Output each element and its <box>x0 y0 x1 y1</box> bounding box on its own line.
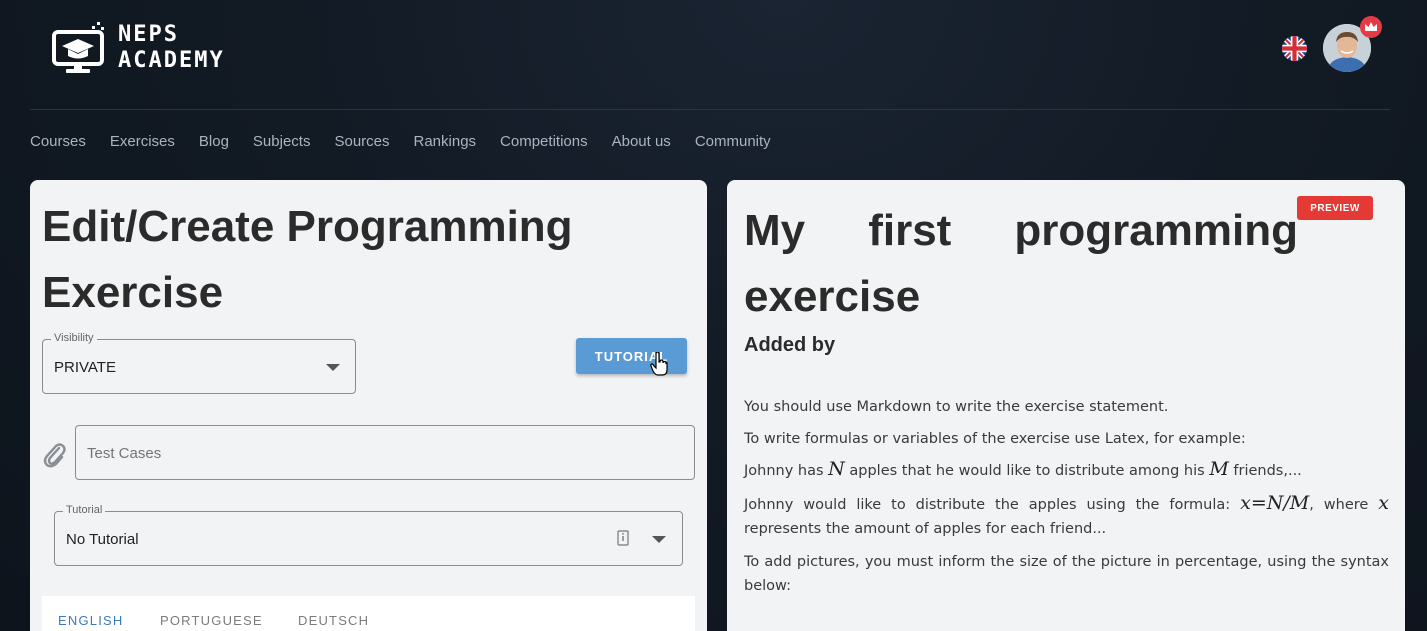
nav-blog[interactable]: Blog <box>199 130 229 154</box>
brand-line-1: NEPS <box>118 22 179 47</box>
statement-paragraph: You should use Markdown to write the exe… <box>744 399 1169 415</box>
brand-name: NEPS ACADEMY <box>118 22 225 74</box>
tutorial-select[interactable]: Tutorial No Tutorial <box>54 504 683 566</box>
visibility-value: PRIVATE <box>54 359 116 376</box>
text-span: apples that he would like to distribute … <box>844 463 1210 479</box>
tab-portuguese[interactable]: PORTUGUESE <box>160 613 263 628</box>
exercise-editor-card: Edit/Create Programming Exercise Visibil… <box>30 180 707 631</box>
tab-deutsch[interactable]: DEUTSCH <box>298 613 369 628</box>
nav-subjects[interactable]: Subjects <box>253 130 311 154</box>
statement-paragraph: Johnny has N apples that he would like t… <box>744 457 1389 483</box>
header-divider <box>30 109 1390 110</box>
title-word: first <box>868 206 952 255</box>
test-cases-input[interactable]: Test Cases <box>75 425 695 480</box>
exercise-title: My first programming exercise <box>744 198 1298 330</box>
chevron-down-icon <box>326 364 340 371</box>
text-span: friends,... <box>1228 463 1302 479</box>
test-cases-placeholder: Test Cases <box>87 445 162 462</box>
math-variable: x <box>1378 492 1389 514</box>
site-header: NEPS ACADEMY <box>0 0 1427 110</box>
info-icon <box>617 530 629 546</box>
preview-badge: PREVIEW <box>1297 196 1373 220</box>
tutorial-label: Tutorial <box>63 504 106 516</box>
exercise-title-line-2: exercise <box>744 272 921 321</box>
text-span: Johnny has <box>744 463 829 479</box>
exercise-preview-card: PREVIEW My first programming exercise Ad… <box>727 180 1405 631</box>
neps-academy-logo[interactable]: NEPS ACADEMY <box>52 18 272 78</box>
brand-line-2: ACADEMY <box>118 48 225 73</box>
chevron-down-icon <box>652 536 666 543</box>
main-nav: Courses Exercises Blog Subjects Sources … <box>30 130 795 154</box>
math-variable: M <box>1209 458 1229 480</box>
hand-cursor-icon <box>650 352 668 376</box>
crown-icon <box>1360 16 1382 38</box>
nav-community[interactable]: Community <box>695 130 771 154</box>
visibility-label: Visibility <box>51 332 97 344</box>
added-by-label: Added by <box>744 334 836 356</box>
nav-rankings[interactable]: Rankings <box>414 130 477 154</box>
exercise-title-line-1: My first programming <box>744 198 1298 264</box>
nav-exercises[interactable]: Exercises <box>110 130 175 154</box>
nav-competitions[interactable]: Competitions <box>500 130 588 154</box>
graduation-cap-monitor-icon <box>52 22 104 73</box>
visibility-select[interactable]: Visibility PRIVATE <box>42 332 356 394</box>
math-formula: x=N/M <box>1240 492 1310 514</box>
page-title: Edit/Create Programming Exercise <box>42 202 573 317</box>
text-span: , where <box>1309 497 1379 513</box>
nav-courses[interactable]: Courses <box>30 130 86 154</box>
uk-flag-icon[interactable] <box>1282 36 1307 61</box>
title-word: My <box>744 206 806 255</box>
text-span: represents the amount of apples for each… <box>744 521 1107 537</box>
tutorial-button[interactable]: TUTORIAL <box>576 338 687 374</box>
language-tabs: ENGLISH PORTUGUESE DEUTSCH <box>42 596 695 631</box>
statement-paragraph: To write formulas or variables of the ex… <box>744 431 1246 447</box>
nav-about-us[interactable]: About us <box>612 130 671 154</box>
tab-english[interactable]: ENGLISH <box>58 613 123 628</box>
statement-paragraph: To add pictures, you must inform the siz… <box>744 554 1389 594</box>
nav-sources[interactable]: Sources <box>334 130 389 154</box>
tutorial-value: No Tutorial <box>66 531 139 548</box>
text-span: Johnny would like to distribute the appl… <box>744 497 1241 513</box>
title-word: programming <box>1014 206 1298 255</box>
paperclip-icon[interactable] <box>42 442 66 468</box>
math-variable: N <box>828 458 845 480</box>
statement-paragraph: Johnny would like to distribute the appl… <box>744 491 1389 541</box>
